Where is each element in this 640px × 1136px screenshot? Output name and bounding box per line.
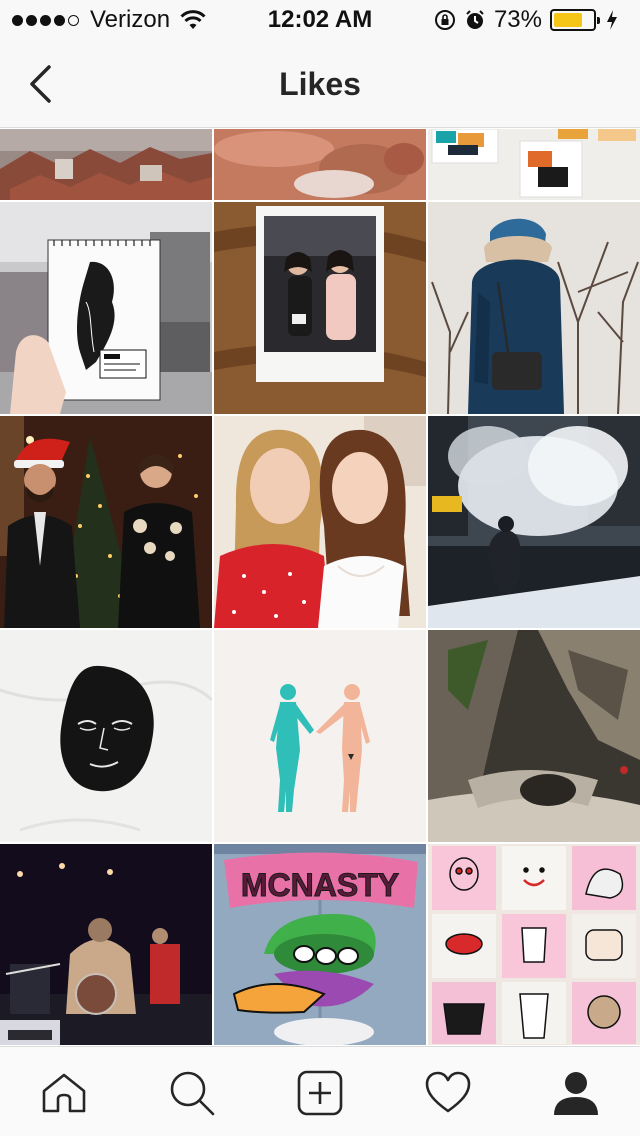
status-right: 73% <box>434 6 626 34</box>
page-title: Likes <box>279 66 361 102</box>
post-thumbnail[interactable] <box>214 630 426 842</box>
tab-activity[interactable] <box>420 1065 476 1121</box>
navigation-bar: Likes <box>0 40 640 128</box>
post-thumbnail[interactable] <box>214 416 426 628</box>
post-thumbnail[interactable] <box>428 129 640 200</box>
post-thumbnail[interactable] <box>428 844 640 1045</box>
tab-new-post[interactable] <box>292 1065 348 1121</box>
post-thumbnail[interactable] <box>428 416 640 628</box>
christmas-portrait-image <box>0 416 212 628</box>
rotation-lock-icon <box>434 10 455 30</box>
charging-bolt-icon <box>607 10 617 30</box>
rocky-waterfall-image <box>428 630 640 842</box>
post-thumbnail[interactable] <box>214 129 426 200</box>
post-thumbnail[interactable] <box>0 202 212 414</box>
likes-grid: MCNASTY <box>0 129 640 1045</box>
alarm-icon <box>466 10 484 29</box>
heart-icon <box>425 1071 471 1113</box>
rooftops-image <box>0 129 212 200</box>
polaroid-photo-image <box>214 202 426 414</box>
two-figures-illustration-image <box>214 630 426 842</box>
post-thumbnail[interactable] <box>0 129 212 200</box>
post-thumbnail[interactable]: MCNASTY <box>214 844 426 1045</box>
post-thumbnail[interactable] <box>0 416 212 628</box>
person-icon <box>554 1072 598 1115</box>
steam-street-image <box>428 416 640 628</box>
painted-cards-image <box>428 129 640 200</box>
battery-icon <box>550 9 600 31</box>
tab-profile[interactable] <box>548 1065 604 1121</box>
illustrated-tote-bags-image <box>428 844 640 1045</box>
home-icon <box>42 1073 86 1113</box>
denim-jacket-patch-image: MCNASTY <box>214 844 426 1045</box>
concert-stage-image <box>0 844 212 1045</box>
post-thumbnail[interactable] <box>428 630 640 842</box>
post-thumbnail[interactable] <box>428 202 640 414</box>
search-icon <box>170 1071 215 1116</box>
status-bar: Verizon 12:02 AM 73% <box>0 0 640 40</box>
two-women-selfie-image <box>214 416 426 628</box>
sketchbook-city-image <box>0 202 212 414</box>
post-thumbnail[interactable] <box>214 202 426 414</box>
tab-bar <box>0 1046 640 1136</box>
winter-parka-image <box>428 202 640 414</box>
mineral-texture-image <box>214 129 426 200</box>
black-face-print-image <box>0 630 212 842</box>
battery-percent: 73% <box>493 6 542 33</box>
tab-home[interactable] <box>36 1065 92 1121</box>
jacket-text: MCNASTY <box>241 867 399 903</box>
post-thumbnail[interactable] <box>0 630 212 842</box>
plus-square-icon <box>297 1070 343 1116</box>
tab-search[interactable] <box>164 1065 220 1121</box>
post-thumbnail[interactable] <box>0 844 212 1045</box>
